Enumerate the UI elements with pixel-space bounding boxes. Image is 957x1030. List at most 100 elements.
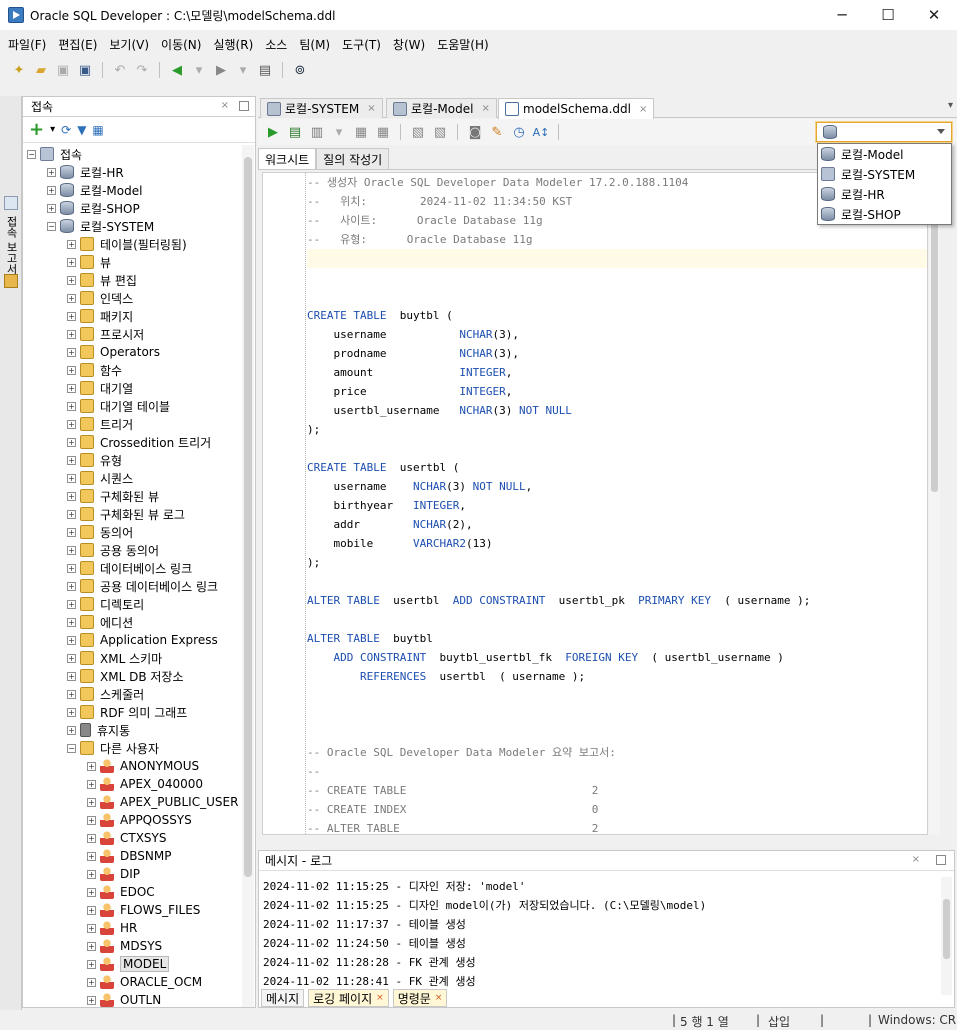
expand-icon[interactable]: + — [67, 383, 76, 393]
back-dropdown-icon[interactable]: ▾ — [190, 61, 208, 79]
expand-icon[interactable]: + — [47, 167, 56, 177]
expand-icon[interactable]: + — [67, 365, 76, 375]
expand-icon[interactable]: + — [47, 203, 56, 213]
expand-icon[interactable]: + — [87, 977, 96, 987]
reports-icon[interactable] — [4, 274, 18, 288]
dropdown-option[interactable]: 로컬-SYSTEM — [818, 164, 951, 184]
tree-item[interactable]: + DIP — [23, 865, 243, 883]
add-connection-icon[interactable]: + — [29, 119, 44, 140]
menu-team[interactable]: 팀(M) — [293, 36, 336, 53]
tree-item[interactable]: + 로컬-SHOP — [23, 199, 243, 217]
expand-icon[interactable]: + — [87, 869, 96, 879]
tree-item[interactable]: + ORACLE_OCM — [23, 973, 243, 991]
menu-run[interactable]: 실행(R) — [207, 36, 259, 53]
menu-tools[interactable]: 도구(T) — [336, 36, 387, 53]
tree-item[interactable]: + 패키지 — [23, 307, 243, 325]
tree-item[interactable]: + APPQOSSYS — [23, 811, 243, 829]
expand-icon[interactable]: + — [87, 833, 96, 843]
tree-item[interactable]: + XML 스키마 — [23, 649, 243, 667]
expand-icon[interactable]: + — [87, 761, 96, 771]
dropdown-option[interactable]: 로컬-HR — [818, 184, 951, 204]
save-all-icon[interactable]: ▣ — [76, 61, 94, 79]
dropdown-icon[interactable]: ▾ — [50, 124, 55, 135]
expand-icon[interactable]: + — [67, 581, 76, 591]
tree-item[interactable]: + FLOWS_FILES — [23, 901, 243, 919]
connection-select[interactable] — [816, 122, 952, 142]
tree-item[interactable]: + DBSNMP — [23, 847, 243, 865]
tab-statements[interactable]: 명령문 × — [392, 989, 448, 1007]
tab-query-builder[interactable]: 질의 작성기 — [316, 148, 390, 169]
tree-item[interactable]: + 구체화된 뷰 로그 — [23, 505, 243, 523]
menu-view[interactable]: 보기(V) — [103, 36, 155, 53]
tree-item[interactable]: + CTXSYS — [23, 829, 243, 847]
tree-item[interactable]: + ANONYMOUS — [23, 757, 243, 775]
side-tab-label[interactable]: 접속 보고서 — [3, 216, 19, 275]
expand-icon[interactable]: + — [67, 293, 76, 303]
tree-item[interactable]: + EDOC — [23, 883, 243, 901]
tree-item[interactable]: + RDF 의미 그래프 — [23, 703, 243, 721]
close-icon[interactable]: × — [221, 100, 229, 111]
connections-icon[interactable] — [4, 196, 18, 210]
expand-icon[interactable]: + — [87, 851, 96, 861]
menu-file[interactable]: 파일(F) — [2, 36, 52, 53]
expand-icon[interactable]: + — [87, 959, 96, 969]
expand-icon[interactable]: + — [67, 671, 76, 681]
expand-icon[interactable]: + — [67, 329, 76, 339]
tree-item[interactable]: + Operators — [23, 343, 243, 361]
tree-item[interactable]: + 인덱스 — [23, 289, 243, 307]
tree-item[interactable]: + HR — [23, 919, 243, 937]
expand-icon[interactable]: + — [67, 491, 76, 501]
open-icon[interactable]: ▰ — [32, 61, 50, 79]
expand-icon[interactable]: + — [67, 437, 76, 447]
menu-edit[interactable]: 편집(E) — [52, 36, 103, 53]
dropdown-option[interactable]: 로컬-Model — [818, 144, 951, 164]
tree-item[interactable]: + Application Express — [23, 631, 243, 649]
tab-list-icon[interactable]: ▾ — [948, 100, 953, 111]
history-icon[interactable]: ◷ — [510, 123, 528, 141]
tree-item[interactable]: + Crossedition 트리거 — [23, 433, 243, 451]
tree-item[interactable]: − 접속 — [23, 145, 243, 163]
menu-source[interactable]: 소스 — [259, 36, 293, 53]
close-icon[interactable]: × — [367, 103, 375, 114]
expand-icon[interactable]: + — [87, 923, 96, 933]
tree-item[interactable]: + 에디션 — [23, 613, 243, 631]
expand-icon[interactable]: + — [67, 455, 76, 465]
expand-icon[interactable]: + — [67, 275, 76, 285]
forward-dropdown-icon[interactable]: ▾ — [234, 61, 252, 79]
tree-item[interactable]: − 다른 사용자 — [23, 739, 243, 757]
tree-item[interactable]: + 테이블(필터링됨) — [23, 235, 243, 253]
tab-model-schema[interactable]: modelSchema.ddl × — [498, 98, 655, 119]
minimize-button[interactable]: ─ — [819, 0, 865, 30]
clear-icon[interactable]: ✎ — [488, 123, 506, 141]
expand-icon[interactable]: + — [87, 941, 96, 951]
new-icon[interactable]: ✦ — [10, 61, 28, 79]
expand-icon[interactable]: + — [67, 725, 76, 735]
expand-icon[interactable]: + — [67, 617, 76, 627]
close-icon[interactable]: × — [639, 104, 647, 115]
expand-icon[interactable]: + — [67, 311, 76, 321]
tree-item[interactable]: + 유형 — [23, 451, 243, 469]
tree-item[interactable]: + 공용 동의어 — [23, 541, 243, 559]
expand-icon[interactable]: + — [67, 347, 76, 357]
tree-scrollbar[interactable] — [242, 145, 254, 1007]
tree-item[interactable]: − 로컬-SYSTEM — [23, 217, 243, 235]
tree-item[interactable]: + MDSYS — [23, 937, 243, 955]
autotrace-icon[interactable]: ▥ — [308, 123, 326, 141]
tree-item[interactable]: + 뷰 — [23, 253, 243, 271]
rollback-icon[interactable]: ▦ — [374, 123, 392, 141]
menu-navigate[interactable]: 이동(N) — [155, 36, 207, 53]
expand-icon[interactable]: + — [67, 689, 76, 699]
explain-icon[interactable]: ▧ — [409, 123, 427, 141]
expand-icon[interactable]: + — [67, 563, 76, 573]
back-icon[interactable]: ◀ — [168, 61, 186, 79]
scrollbar-thumb[interactable] — [244, 157, 252, 877]
close-icon[interactable]: × — [481, 103, 489, 114]
expand-icon[interactable]: + — [47, 185, 56, 195]
save-icon[interactable]: ▣ — [54, 61, 72, 79]
expand-icon[interactable]: + — [87, 995, 96, 1005]
refresh-icon[interactable]: ⟳ — [61, 123, 71, 137]
scrollbar-thumb[interactable] — [943, 899, 950, 959]
run-script-icon[interactable]: ▤ — [286, 123, 304, 141]
collapse-icon[interactable]: − — [47, 221, 56, 231]
expand-icon[interactable]: + — [67, 635, 76, 645]
